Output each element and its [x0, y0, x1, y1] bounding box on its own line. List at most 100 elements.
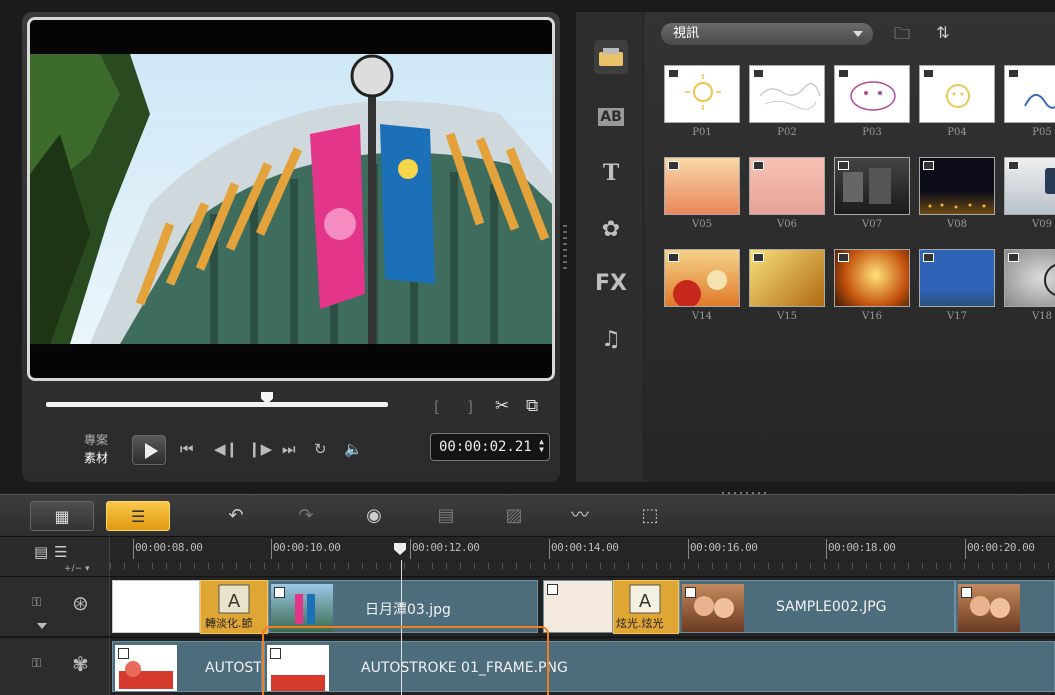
audio-icon[interactable]: ♫ [594, 322, 628, 356]
mark-out-button[interactable]: ] [466, 398, 475, 416]
video-badge-icon [668, 161, 679, 170]
thumbnail-item[interactable]: V09 [1004, 157, 1055, 230]
thumbnail-image [1004, 249, 1055, 307]
record-capture-icon[interactable]: ◉ [360, 504, 388, 528]
transition-icon[interactable]: AB [594, 100, 628, 134]
split-clip-icon[interactable]: ✂ [495, 396, 509, 416]
enlarge-preview-icon[interactable]: ⧉ [526, 396, 538, 416]
ruler-controls: ▤☰ +/− ▾ [0, 537, 110, 577]
transition-clip[interactable]: A 轉淡化.節 [200, 580, 268, 634]
thumbnail-caption: P03 [862, 127, 882, 138]
play-mode-selector[interactable]: 專案 素材 [84, 431, 108, 467]
zoom-control[interactable]: +/− ▾ [64, 564, 90, 574]
filter-icon[interactable]: FX [594, 266, 628, 300]
title-icon[interactable]: T [594, 156, 628, 190]
playhead-marker[interactable] [394, 543, 406, 555]
thumbnail-image [834, 65, 910, 123]
ruler-tick-label: 00:00:12.00 [412, 541, 480, 554]
clip-thumbnail [682, 584, 744, 632]
auto-music-icon[interactable]: ▤ [432, 504, 460, 528]
add-folder-icon[interactable]: 🗀 [889, 23, 915, 45]
media-icon[interactable] [594, 40, 628, 74]
thumbnail-item[interactable]: V08 [919, 157, 995, 230]
thumbnail-image [749, 65, 825, 123]
thumbnail-image [834, 249, 910, 307]
track-lock-icon[interactable]: ⚿ [32, 595, 41, 610]
repeat-icon[interactable]: ↻ [314, 440, 327, 458]
thumbnail-caption: V09 [1032, 219, 1052, 230]
transition-clip[interactable]: A 炫光.炫光 [613, 580, 679, 634]
chevron-down-icon[interactable] [37, 623, 47, 629]
thumbnail-item[interactable]: V05 [664, 157, 740, 230]
timeline-view-button[interactable]: ☰ [106, 501, 170, 531]
thumbnail-item[interactable]: V07 [834, 157, 910, 230]
timecode-field[interactable]: 00:00:02.21 ▲ ▼ [430, 433, 550, 461]
video-badge-icon [1008, 161, 1019, 170]
ruler-tick [688, 539, 689, 559]
next-frame-icon[interactable]: ❙▶ [248, 440, 272, 458]
clip-mode-label[interactable]: 素材 [84, 449, 108, 467]
thumbnail-image [664, 65, 740, 123]
motion-track-icon[interactable]: ▨ [500, 504, 528, 528]
video-badge-icon [838, 253, 849, 262]
category-dropdown[interactable]: 視訊 [661, 23, 873, 45]
thumbnail-item[interactable]: V18 [1004, 249, 1055, 322]
redo-icon[interactable]: ↷ [292, 504, 320, 528]
timeline-clip[interactable] [955, 580, 1055, 633]
video-track-icon: ⊛ [72, 591, 89, 615]
auto-pan-zoom-icon[interactable]: ⬚ [636, 504, 664, 528]
library-nav: AB T ✿ FX ♫ [576, 12, 644, 482]
scrubber-bar[interactable] [46, 392, 388, 407]
thumbnail-item[interactable]: V06 [749, 157, 825, 230]
sort-icon[interactable]: ⇅ [930, 23, 956, 45]
thumbnail-caption: P04 [947, 127, 967, 138]
preview-window[interactable] [27, 17, 555, 381]
project-mode-label[interactable]: 專案 [84, 431, 108, 449]
ruler-tick [271, 539, 272, 559]
storyboard-view-button[interactable]: ▦ [30, 501, 94, 531]
timeline-clip[interactable]: SAMPLE002.JPG [679, 580, 955, 633]
thumbnail-item[interactable]: V16 [834, 249, 910, 322]
thumbnail-item[interactable]: P02 [749, 65, 825, 138]
transition-name: 轉淡化.節 [205, 617, 253, 630]
video-track-header: ⚿ ⊛ [0, 577, 110, 636]
thumbnail-caption: V17 [947, 311, 967, 322]
timeline-clip[interactable] [543, 580, 613, 633]
thumbnail-item[interactable]: V15 [749, 249, 825, 322]
thumbnail-item[interactable]: V17 [919, 249, 995, 322]
track-lock-icon[interactable]: ⚿ [32, 656, 41, 671]
home-icon[interactable]: ⏮ [180, 440, 194, 458]
thumbnail-item[interactable]: P05 [1004, 65, 1055, 138]
sound-mixer-icon[interactable]: 〰 [566, 504, 594, 528]
thumbnail-item[interactable]: P01 [664, 65, 740, 138]
scrubber-handle[interactable] [261, 392, 273, 404]
photo-badge-icon [961, 587, 972, 598]
volume-icon[interactable]: 🔈 [344, 440, 363, 458]
video-badge-icon [1008, 69, 1019, 78]
thumbnail-image [1004, 65, 1055, 123]
ruler-tick [410, 539, 411, 559]
thumbnail-item[interactable]: P04 [919, 65, 995, 138]
previous-frame-icon[interactable]: ◀❙ [214, 440, 238, 458]
photo-badge-icon [274, 587, 285, 598]
play-button[interactable] [132, 435, 166, 465]
thumbnail-item[interactable]: V14 [664, 249, 740, 322]
panel-splitter[interactable] [563, 225, 567, 271]
undo-icon[interactable]: ↶ [222, 504, 250, 528]
video-badge-icon [838, 69, 849, 78]
ruler-tick-label: 00:00:20.00 [967, 541, 1035, 554]
video-badge-icon [668, 69, 679, 78]
timeline-clip[interactable] [112, 580, 200, 633]
thumbnail-item[interactable]: P03 [834, 65, 910, 138]
mark-in-button[interactable]: [ [432, 398, 441, 416]
timecode-spinner-icon[interactable]: ▲ ▼ [539, 438, 544, 454]
timeline-clip[interactable]: AUTOST [112, 641, 262, 692]
thumbnail-caption: V15 [777, 311, 797, 322]
ruler-tick-label: 00:00:18.00 [828, 541, 896, 554]
timeline-ruler[interactable]: ▤☰ +/− ▾ 00:00:08.00 00:00:10.00 00:00:1… [0, 536, 1055, 577]
ruler-tick-label: 00:00:16.00 [690, 541, 758, 554]
end-icon[interactable]: ⏭ [282, 440, 296, 458]
track-manager-icon[interactable]: ▤☰ [34, 543, 74, 561]
graphic-icon[interactable]: ✿ [594, 212, 628, 246]
thumbnail-image [919, 157, 995, 215]
